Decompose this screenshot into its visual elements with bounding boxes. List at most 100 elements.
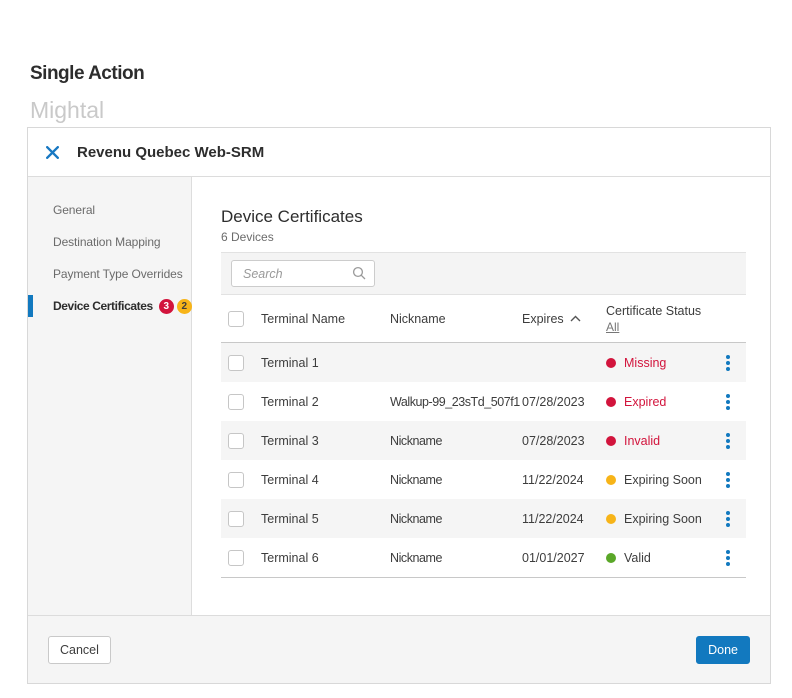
- modal-revenu-quebec-web-srm: Revenu Quebec Web-SRM General Destination…: [27, 127, 771, 684]
- status-dot-red: [606, 396, 616, 407]
- sidebar: General Destination Mapping Payment Type O…: [28, 177, 192, 615]
- cell-terminal-name: Terminal 6: [261, 550, 319, 565]
- cell-expires: 11/22/2024: [522, 472, 584, 487]
- row-checkbox-cell: [221, 432, 261, 449]
- sidebar-item-label: Payment Type Overrides: [53, 267, 183, 281]
- cell-nickname: Nickname: [390, 472, 442, 487]
- table-row: Terminal 1 Missing: [221, 343, 746, 382]
- cell-terminal-name: Terminal 1: [261, 355, 319, 370]
- content: Device Certificates 6 Devices Search Ter…: [192, 177, 770, 615]
- sort-ascending-icon: [570, 315, 581, 321]
- column-header-nickname[interactable]: Nickname: [390, 312, 522, 326]
- status-label: Expired: [624, 394, 667, 409]
- badge-yellow: 2: [176, 298, 192, 314]
- table-row: Terminal 4 Nickname 11/22/2024 Expiring Soo…: [221, 460, 746, 499]
- row-checkbox-cell: [221, 510, 261, 527]
- cell-nickname: Walkup-99_23sTd_507f1: [390, 394, 520, 409]
- table-header-row: Terminal Name Nickname Expires Certifica…: [221, 295, 746, 343]
- modal-footer: Cancel Done: [28, 615, 770, 683]
- row-checkbox-cell: [221, 354, 261, 371]
- sidebar-item-label: General: [53, 203, 95, 217]
- cell-terminal-name: Terminal 4: [261, 472, 319, 487]
- kebab-menu-icon[interactable]: [720, 549, 736, 566]
- search-toolbar: [221, 252, 746, 295]
- sidebar-item-label: Destination Mapping: [53, 235, 161, 249]
- done-button[interactable]: Done: [696, 635, 750, 664]
- sidebar-item-destination-mapping[interactable]: Destination Mapping: [28, 226, 191, 258]
- cell-expires: 01/01/2027: [522, 550, 585, 565]
- column-header-expires[interactable]: Expires: [522, 312, 606, 326]
- cell-terminal-name: Terminal 2: [261, 394, 319, 409]
- status-label: Invalid: [624, 433, 661, 448]
- kebab-menu-icon[interactable]: [720, 354, 736, 371]
- row-actions-cell: [718, 471, 746, 488]
- row-checkbox[interactable]: [228, 354, 244, 371]
- cell-certificate-status: Missing: [606, 356, 718, 370]
- cell-certificate-status: Invalid: [606, 434, 718, 448]
- status-label: Valid: [624, 550, 651, 565]
- page-subtitle: Mightal: [30, 97, 105, 123]
- row-checkbox[interactable]: [228, 549, 244, 566]
- row-checkbox-cell: [221, 393, 261, 410]
- status-dot-yellow: [606, 513, 616, 524]
- cell-certificate-status: Valid: [606, 551, 718, 565]
- cell-expires: 07/28/2023: [522, 394, 585, 409]
- row-actions-cell: [718, 354, 746, 371]
- kebab-menu-icon[interactable]: [720, 432, 736, 449]
- table-row: Terminal 5 Nickname 11/22/2024 Expiring Soo…: [221, 499, 746, 538]
- badge-red: 3: [158, 298, 174, 314]
- column-header-terminal-name[interactable]: Terminal Name: [261, 312, 390, 326]
- sidebar-item-device-certificates[interactable]: Device Certificates 3 2: [28, 290, 192, 322]
- modal-header: Revenu Quebec Web-SRM: [28, 128, 770, 177]
- sidebar-item-payment-type-overrides[interactable]: Payment Type Overrides: [28, 258, 191, 290]
- cell-certificate-status: Expiring Soon: [606, 473, 718, 487]
- table-row: Terminal 2 Walkup-99_23sTd_507f1 07/28/202…: [221, 382, 746, 421]
- kebab-menu-icon[interactable]: [720, 393, 736, 410]
- page: Single Action Mightal Revenu Quebec Web-…: [0, 0, 792, 698]
- row-actions-cell: [718, 432, 746, 449]
- kebab-menu-icon[interactable]: [720, 510, 736, 527]
- select-all-checkbox[interactable]: [228, 310, 244, 327]
- table-row: Terminal 6 Nickname 01/01/2027 Valid: [221, 538, 746, 577]
- page-title: Single Action: [30, 63, 145, 84]
- row-actions-cell: [718, 510, 746, 527]
- cell-expires: 11/22/2024: [522, 511, 584, 526]
- search-input[interactable]: [231, 260, 375, 287]
- cancel-button[interactable]: Cancel: [48, 635, 111, 664]
- cell-expires: 07/28/2023: [522, 433, 585, 448]
- status-label: Missing: [624, 355, 667, 370]
- status-dot-green: [606, 552, 616, 563]
- status-label: Expiring Soon: [624, 472, 702, 487]
- row-actions-cell: [718, 549, 746, 566]
- cell-nickname: Nickname: [390, 550, 442, 565]
- status-dot-red: [606, 357, 616, 368]
- status-dot-red: [606, 435, 616, 446]
- status-dot-yellow: [606, 474, 616, 485]
- cell-certificate-status: Expiring Soon: [606, 512, 718, 526]
- cell-terminal-name: Terminal 3: [261, 433, 319, 448]
- search-box: [231, 260, 375, 287]
- header-checkbox-cell: [221, 310, 261, 327]
- kebab-menu-icon[interactable]: [720, 471, 736, 488]
- device-count: 6 Devices: [221, 230, 274, 244]
- row-checkbox[interactable]: [228, 471, 244, 488]
- cell-terminal-name: Terminal 5: [261, 511, 319, 526]
- table-body: Terminal 1 Missing Terminal 2 Walkup-99_23s…: [221, 343, 746, 578]
- row-actions-cell: [718, 393, 746, 410]
- modal-body: General Destination Mapping Payment Type O…: [28, 177, 770, 615]
- row-checkbox[interactable]: [228, 432, 244, 449]
- row-checkbox[interactable]: [228, 393, 244, 410]
- sidebar-item-general[interactable]: General: [28, 194, 191, 226]
- device-certificates-table: Terminal Name Nickname Expires Certifica…: [221, 295, 746, 578]
- modal-title: Revenu Quebec Web-SRM: [77, 143, 265, 161]
- status-filter-all-link[interactable]: All: [606, 320, 619, 334]
- row-checkbox-cell: [221, 549, 261, 566]
- status-label: Expiring Soon: [624, 511, 702, 526]
- cell-nickname: Nickname: [390, 433, 442, 448]
- row-checkbox-cell: [221, 471, 261, 488]
- cell-certificate-status: Expired: [606, 395, 718, 409]
- column-header-certificate-status: Certificate Status All: [606, 303, 702, 334]
- row-checkbox[interactable]: [228, 510, 244, 527]
- close-icon[interactable]: [46, 145, 59, 159]
- cell-nickname: Nickname: [390, 511, 442, 526]
